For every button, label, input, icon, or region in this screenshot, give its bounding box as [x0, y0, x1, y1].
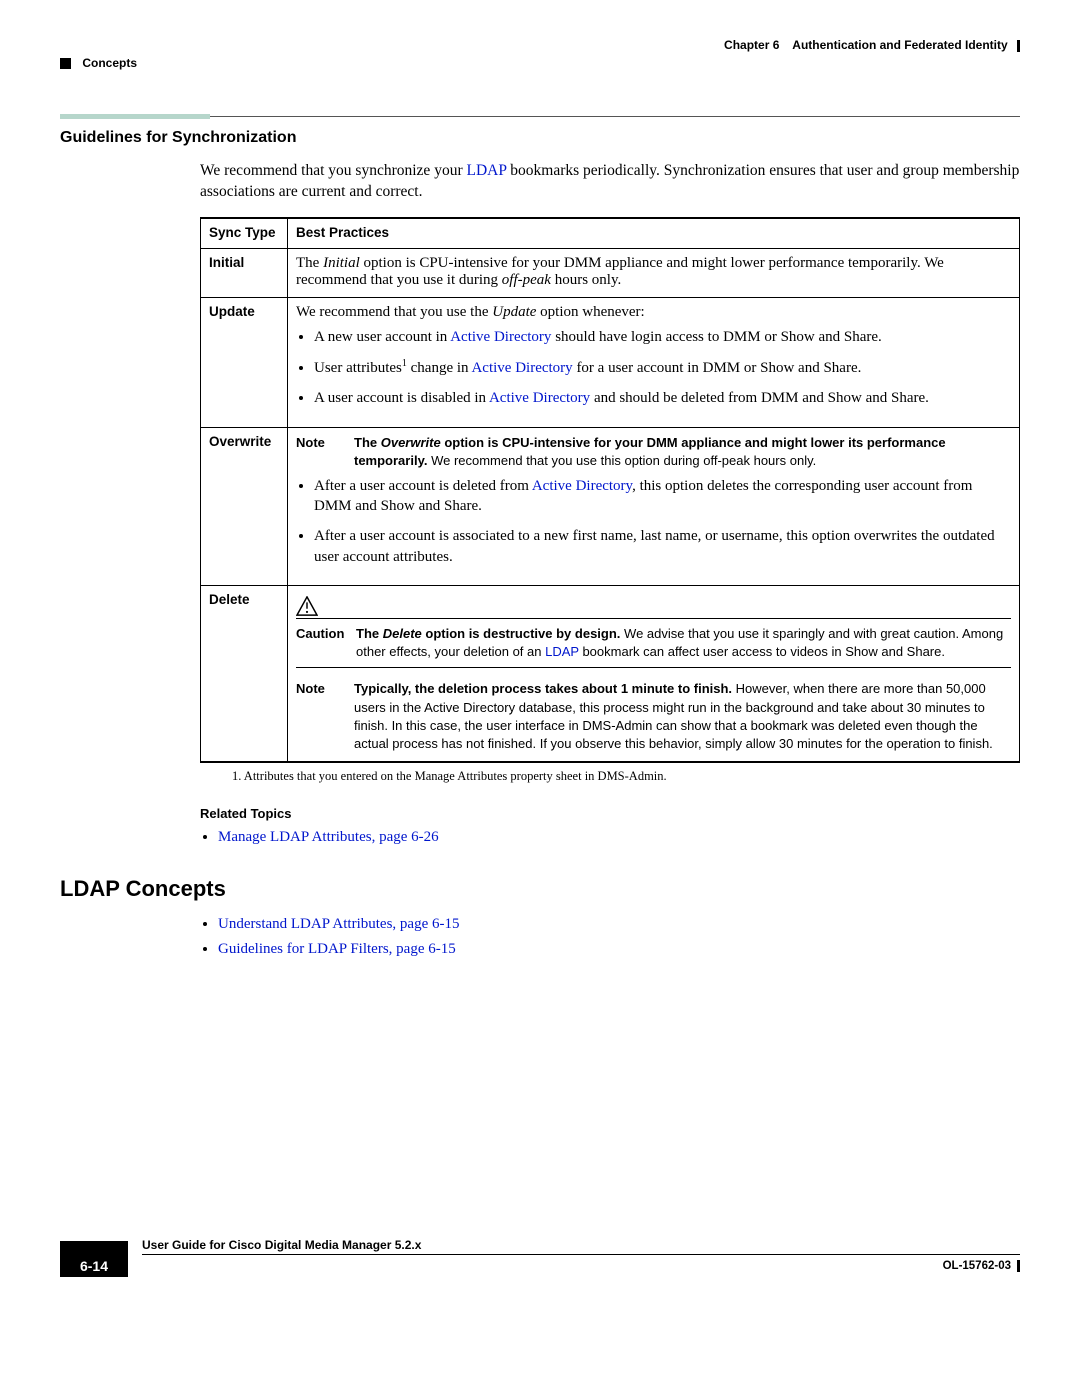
update-bullet-1: A new user account in Active Directory s… [314, 327, 1011, 347]
link-guidelines-filters[interactable]: Guidelines for LDAP Filters, page 6-15 [218, 941, 456, 957]
footer-guide-title: User Guide for Cisco Digital Media Manag… [142, 1238, 1020, 1255]
sync-table: Sync Type Best Practices Initial The Ini… [200, 217, 1020, 763]
th-sync-type: Sync Type [201, 218, 288, 249]
ad-link[interactable]: Active Directory [489, 390, 590, 406]
table-footnote: 1. Attributes that you entered on the Ma… [232, 769, 1020, 784]
row-initial: Initial The Initial option is CPU-intens… [201, 248, 1020, 297]
overwrite-bullet-2: After a user account is associated to a … [314, 526, 1011, 567]
related-link-manage-ldap[interactable]: Manage LDAP Attributes, page 6-26 [218, 829, 439, 845]
ad-link[interactable]: Active Directory [471, 360, 572, 376]
overwrite-note: Note The Overwrite option is CPU-intensi… [296, 434, 1011, 470]
delete-caution: Caution The Delete option is destructive… [296, 625, 1011, 661]
update-bullet-2: User attributes1 change in Active Direct… [314, 357, 1011, 378]
footer-strip-icon [60, 1241, 128, 1255]
warning-icon [296, 596, 318, 616]
label-initial: Initial [201, 248, 288, 297]
label-update: Update [201, 297, 288, 427]
row-delete: Delete Caution The Delete option is de [201, 585, 1020, 762]
cell-update: We recommend that you use the Update opt… [288, 297, 1020, 427]
chapter-label: Chapter 6 [724, 38, 779, 52]
footer-doc-id: OL-15762-03 [943, 1260, 1020, 1272]
note-label: Note [296, 434, 342, 470]
header-bar-icon [1017, 40, 1020, 52]
link-understand-ldap[interactable]: Understand LDAP Attributes, page 6-15 [218, 916, 460, 932]
label-delete: Delete [201, 585, 288, 762]
chapter-title: Authentication and Federated Identity [792, 38, 1007, 52]
delete-note: Note Typically, the deletion process tak… [296, 680, 1011, 753]
intro-paragraph: We recommend that you synchronize your L… [200, 161, 1020, 203]
page-footer: User Guide for Cisco Digital Media Manag… [60, 1238, 1020, 1277]
related-topics-heading: Related Topics [200, 806, 1020, 821]
section-label: Concepts [82, 56, 137, 70]
running-header: Chapter 6 Authentication and Federated I… [60, 38, 1020, 66]
update-bullet-3: A user account is disabled in Active Dir… [314, 388, 1011, 408]
heading-ldap-concepts: LDAP Concepts [60, 876, 1020, 902]
header-square-icon [60, 58, 71, 69]
label-overwrite: Overwrite [201, 427, 288, 585]
page-number: 6-14 [60, 1255, 128, 1277]
cell-initial: The Initial option is CPU-intensive for … [288, 248, 1020, 297]
cell-overwrite: Note The Overwrite option is CPU-intensi… [288, 427, 1020, 585]
row-update: Update We recommend that you use the Upd… [201, 297, 1020, 427]
ad-link[interactable]: Active Directory [532, 478, 632, 494]
row-overwrite: Overwrite Note The Overwrite option is C… [201, 427, 1020, 585]
header-section: Concepts [60, 56, 137, 70]
header-chapter: Chapter 6 Authentication and Federated I… [724, 38, 1020, 52]
heading-guidelines-sync: Guidelines for Synchronization [60, 129, 1020, 147]
ad-link[interactable]: Active Directory [450, 329, 551, 345]
ldap-link[interactable]: LDAP [466, 162, 506, 179]
ldap-link[interactable]: LDAP [545, 644, 579, 659]
note-label: Note [296, 680, 342, 753]
footer-bar-icon [1017, 1260, 1020, 1272]
cell-delete: Caution The Delete option is destructive… [288, 585, 1020, 762]
th-best-practices: Best Practices [288, 218, 1020, 249]
caution-label: Caution [296, 625, 346, 661]
section-rule [60, 114, 1020, 119]
overwrite-bullet-1: After a user account is deleted from Act… [314, 476, 1011, 517]
